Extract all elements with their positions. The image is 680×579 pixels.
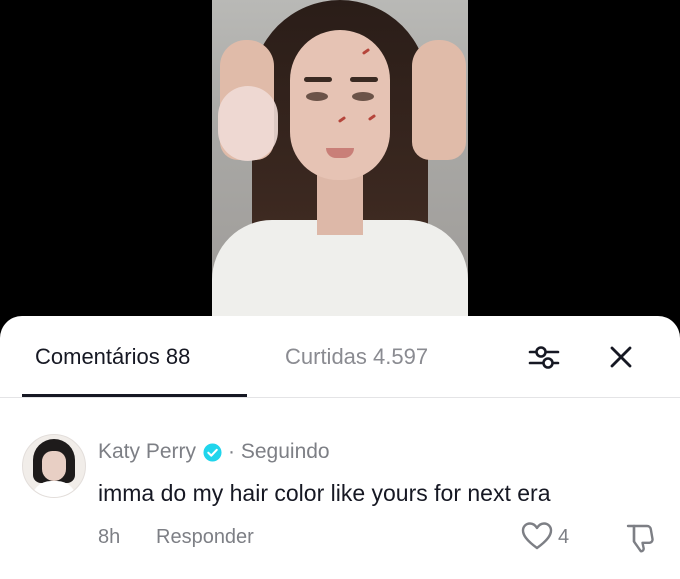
tab-comments[interactable]: Comentários 88 [35, 344, 190, 370]
verified-badge-icon [203, 442, 222, 462]
comment-header: Katy Perry · Seguindo [98, 440, 330, 464]
video-eye-right [352, 92, 374, 101]
thumbs-down-icon[interactable] [623, 520, 657, 554]
avatar-face [42, 451, 66, 481]
comment-age: 8h [98, 526, 121, 548]
video-frame [212, 0, 468, 330]
video-glove [218, 86, 278, 161]
tab-likes[interactable]: Curtidas 4.597 [285, 344, 428, 370]
video-eye-left [306, 92, 328, 101]
video-brow-right [350, 77, 378, 82]
video-face [290, 30, 390, 180]
avatar[interactable] [22, 434, 86, 498]
video-cut-cheek [367, 113, 377, 122]
video-player[interactable] [0, 0, 680, 330]
sliders-icon[interactable] [527, 340, 561, 374]
video-shirt [212, 220, 468, 330]
following-status: · Seguindo [228, 440, 330, 463]
video-hand-left [218, 40, 278, 161]
video-cut-nose [337, 115, 347, 124]
heart-outline-icon[interactable] [520, 520, 554, 552]
reply-button[interactable]: Responder [156, 526, 254, 549]
video-mouth [326, 148, 354, 158]
video-cut-forehead [361, 47, 371, 56]
comment-item: Katy Perry · Seguindo imma do my hair co… [0, 416, 680, 576]
comment-text: imma do my hair color like yours for nex… [98, 480, 551, 506]
video-hand-right [412, 40, 466, 160]
avatar-body [31, 481, 77, 497]
tabs-divider [0, 397, 680, 398]
close-icon[interactable] [604, 340, 638, 374]
comments-sheet: Comentários 88 Curtidas 4.597 Katy Perry [0, 316, 680, 579]
video-brow-left [304, 77, 332, 82]
like-count: 4 [558, 526, 570, 548]
comment-author[interactable]: Katy Perry [98, 440, 196, 464]
comments-tabs: Comentários 88 Curtidas 4.597 [0, 316, 680, 398]
